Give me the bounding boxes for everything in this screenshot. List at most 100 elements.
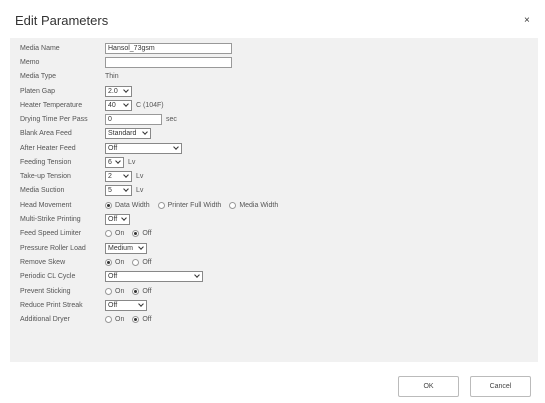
row-takeup-tension: Take-up Tension 2 Lv	[20, 170, 143, 182]
after-heater-feed-select[interactable]: Off	[105, 142, 182, 154]
chevron-down-icon	[143, 130, 149, 136]
pressure-roller-load-select[interactable]: Medium	[105, 242, 147, 254]
takeup-tension-unit: Lv	[136, 172, 144, 180]
memo-input[interactable]	[105, 56, 232, 68]
platen-gap-label: Platen Gap	[20, 87, 56, 95]
row-media-type: Media Type Thin	[20, 70, 119, 82]
additional-dryer-option-on[interactable]: On	[105, 315, 125, 323]
heater-temperature-unit: C (104F)	[136, 101, 164, 109]
feed-speed-limiter-label: Feed Speed Limiter	[20, 229, 82, 237]
ok-button[interactable]: OK	[398, 376, 459, 397]
radio-label: Data Width	[115, 201, 150, 209]
multi-strike-label: Multi-Strike Printing	[20, 215, 81, 223]
prevent-sticking-radio-group: On Off	[105, 287, 152, 295]
radio-label: On	[115, 315, 125, 323]
radio-unselected-icon	[105, 287, 112, 295]
row-memo: Memo	[20, 56, 232, 68]
head-movement-option-data-width[interactable]: Data Width	[105, 201, 150, 209]
feed-speed-limiter-option-off[interactable]: Off	[132, 229, 152, 237]
media-suction-unit: Lv	[136, 186, 144, 194]
row-platen-gap: Platen Gap 2.0	[20, 85, 132, 97]
multi-strike-value: Off	[108, 215, 118, 223]
radio-selected-icon	[132, 229, 140, 237]
dialog-footer: OK Cancel	[0, 362, 545, 403]
row-head-movement: Head Movement Data Width Printer Full Wi…	[20, 199, 278, 211]
takeup-tension-label: Take-up Tension	[20, 172, 71, 180]
chevron-down-icon	[124, 187, 130, 193]
head-movement-label: Head Movement	[20, 201, 72, 209]
pressure-roller-load-label: Pressure Roller Load	[20, 244, 86, 252]
radio-label: Off	[142, 287, 152, 295]
prevent-sticking-option-on[interactable]: On	[105, 287, 125, 295]
radio-selected-icon	[105, 201, 112, 209]
drying-time-label: Drying Time Per Pass	[20, 115, 88, 123]
periodic-cl-cycle-select[interactable]: Off	[105, 270, 203, 282]
feeding-tension-select[interactable]: 6	[105, 156, 124, 168]
feed-speed-limiter-option-on[interactable]: On	[105, 229, 125, 237]
chevron-down-icon	[195, 273, 201, 279]
media-suction-select[interactable]: 5	[105, 184, 132, 196]
chevron-down-icon	[139, 302, 145, 308]
row-drying-time: Drying Time Per Pass 0 sec	[20, 113, 177, 125]
memo-label: Memo	[20, 58, 40, 66]
radio-label: Off	[142, 315, 152, 323]
blank-area-feed-label: Blank Area Feed	[20, 129, 72, 137]
heater-temperature-value: 40	[108, 101, 116, 109]
additional-dryer-option-off[interactable]: Off	[132, 315, 152, 323]
radio-unselected-icon	[157, 201, 165, 209]
blank-area-feed-select[interactable]: Standard	[105, 127, 151, 139]
feed-speed-limiter-radio-group: On Off	[105, 229, 152, 237]
head-movement-radio-group: Data Width Printer Full Width Media Widt…	[105, 201, 279, 209]
after-heater-feed-label: After Heater Feed	[20, 144, 76, 152]
media-name-input[interactable]: Hansol_73gsm	[105, 42, 232, 54]
chevron-down-icon	[124, 88, 130, 94]
head-movement-option-printer-full-width[interactable]: Printer Full Width	[157, 201, 221, 209]
media-name-label: Media Name	[20, 44, 60, 52]
radio-unselected-icon	[105, 315, 112, 323]
drying-time-input[interactable]: 0	[105, 113, 162, 125]
reduce-print-streak-select[interactable]: Off	[105, 299, 147, 311]
row-additional-dryer: Additional Dryer On Off	[20, 313, 152, 325]
remove-skew-option-on[interactable]: On	[105, 258, 125, 266]
radio-label: Media Width	[239, 201, 279, 209]
platen-gap-select[interactable]: 2.0	[105, 85, 132, 97]
dialog-titlebar: Edit Parameters ×	[0, 0, 545, 38]
radio-label: On	[115, 258, 125, 266]
dialog-title: Edit Parameters	[15, 13, 109, 28]
radio-selected-icon	[132, 315, 140, 323]
chevron-down-icon	[122, 216, 128, 222]
media-suction-label: Media Suction	[20, 186, 65, 194]
row-blank-area-feed: Blank Area Feed Standard	[20, 127, 151, 139]
prevent-sticking-option-off[interactable]: Off	[132, 287, 152, 295]
periodic-cl-cycle-value: Off	[108, 272, 118, 280]
feeding-tension-label: Feeding Tension	[20, 158, 72, 166]
platen-gap-value: 2.0	[108, 87, 118, 95]
takeup-tension-value: 2	[108, 172, 112, 180]
takeup-tension-select[interactable]: 2	[105, 170, 132, 182]
remove-skew-radio-group: On Off	[105, 258, 152, 266]
row-feed-speed-limiter: Feed Speed Limiter On Off	[20, 227, 152, 239]
radio-label: On	[115, 229, 125, 237]
row-multi-strike: Multi-Strike Printing Off	[20, 213, 130, 225]
blank-area-feed-value: Standard	[108, 129, 137, 137]
radio-unselected-icon	[229, 201, 237, 209]
radio-selected-icon	[132, 287, 140, 295]
multi-strike-select[interactable]: Off	[105, 213, 130, 225]
heater-temperature-select[interactable]: 40	[105, 99, 132, 111]
chevron-down-icon	[124, 102, 130, 108]
periodic-cl-cycle-label: Periodic CL Cycle	[20, 272, 76, 280]
reduce-print-streak-value: Off	[108, 301, 118, 309]
additional-dryer-label: Additional Dryer	[20, 315, 70, 323]
radio-label: On	[115, 287, 125, 295]
head-movement-option-media-width[interactable]: Media Width	[229, 201, 279, 209]
remove-skew-option-off[interactable]: Off	[132, 258, 152, 266]
close-icon[interactable]: ×	[524, 15, 530, 26]
cancel-button[interactable]: Cancel	[470, 376, 531, 397]
row-media-name: Media Name Hansol_73gsm	[20, 42, 232, 54]
radio-label: Off	[142, 258, 152, 266]
row-pressure-roller-load: Pressure Roller Load Medium	[20, 242, 147, 254]
radio-label: Off	[142, 229, 152, 237]
feeding-tension-value: 6	[108, 158, 112, 166]
row-media-suction: Media Suction 5 Lv	[20, 184, 143, 196]
chevron-down-icon	[116, 159, 122, 165]
